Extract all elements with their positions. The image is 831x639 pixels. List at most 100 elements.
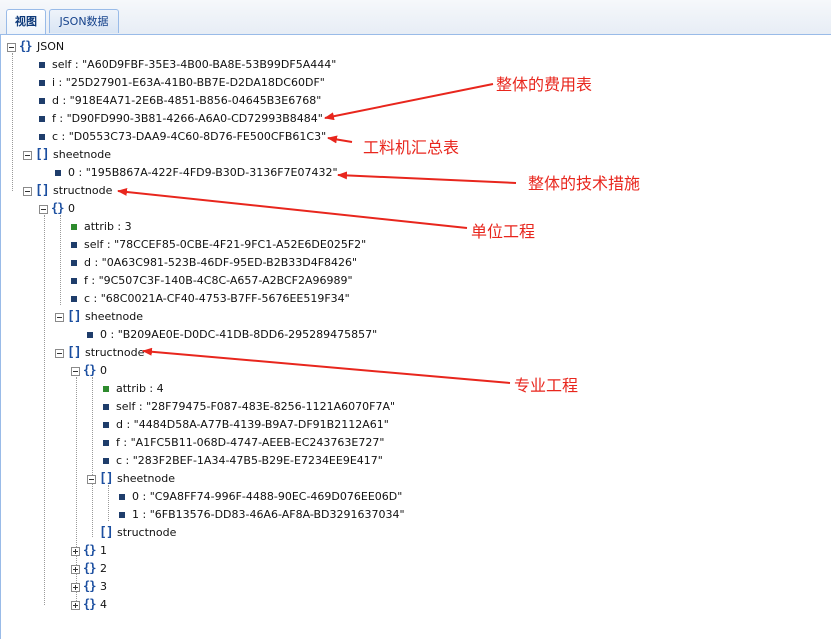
square-bullet-icon [71, 260, 77, 266]
square-bullet-icon [39, 134, 45, 140]
node-label: c : "68C0021A-CF40-4753-B7FF-5676EE519F3… [84, 292, 350, 305]
square-bullet-icon [55, 170, 61, 176]
tree-row-leaf[interactable]: 1 : "6FB13576-DD83-46A6-AF8A-BD329163703… [1, 507, 501, 523]
curly-braces-icon: {} [83, 561, 96, 575]
collapse-icon[interactable] [23, 187, 32, 196]
tree-row-leaf[interactable]: d : "4484D58A-A77B-4139-B9A7-DF91B2112A6… [1, 417, 501, 433]
tab-bar: 视图 JSON数据 [0, 0, 831, 35]
expand-icon[interactable] [71, 583, 80, 592]
square-bullet-icon [71, 278, 77, 284]
collapse-icon[interactable] [7, 43, 16, 52]
square-bullet-icon [103, 458, 109, 464]
tree-row-sheetnode[interactable]: [] sheetnode [1, 309, 301, 325]
curly-braces-icon: {} [19, 39, 32, 53]
tree-row-leaf[interactable]: 0 : "C9A8FF74-996F-4488-90EC-469D076EE06… [1, 489, 501, 505]
curly-braces-icon: {} [83, 363, 96, 377]
node-label: 0 : "B209AE0E-D0DC-41DB-8DD6-29528947585… [100, 328, 378, 341]
collapse-icon[interactable] [55, 349, 64, 358]
tree-row-leaf[interactable]: attrib : 4 [1, 381, 501, 397]
tree-row-leaf[interactable]: f : "A1FC5B11-068D-4747-AEEB-EC243763E72… [1, 435, 501, 451]
tree-row-leaf[interactable]: f : "D90FD990-3B81-4266-A6A0-CD72993B848… [1, 111, 501, 127]
square-brackets-icon: [] [67, 345, 82, 360]
node-label: d : "918E4A71-2E6B-4851-B856-04645B3E676… [52, 94, 322, 107]
tree-row-object[interactable]: {} 0 [1, 363, 301, 379]
tree-row-object-collapsed[interactable]: {} 4 [1, 597, 201, 613]
curly-braces-icon: {} [51, 201, 64, 215]
node-label: 2 [100, 562, 107, 575]
tree-row-leaf[interactable]: self : "A60D9FBF-35E3-4B00-BA8E-53B99DF5… [1, 57, 501, 73]
node-label: f : "9C507C3F-140B-4C8C-A657-A2BCF2A9698… [84, 274, 353, 287]
square-brackets-icon: [] [99, 525, 114, 540]
node-label: d : "0A63C981-523B-46DF-95ED-B2B33D4F842… [84, 256, 358, 269]
node-label-json: JSON [37, 40, 65, 53]
expand-icon[interactable] [71, 547, 80, 556]
tree-row-leaf[interactable]: d : "918E4A71-2E6B-4851-B856-04645B3E676… [1, 93, 501, 109]
node-label: i : "25D27901-E63A-41B0-BB7E-D2DA18DC60D… [52, 76, 325, 89]
tree-row-leaf[interactable]: attrib : 3 [1, 219, 501, 235]
annotation-technical-measures: 整体的技术措施 [528, 174, 641, 193]
collapse-icon[interactable] [23, 151, 32, 160]
tree-row-object[interactable]: {} 0 [1, 201, 301, 217]
tree-row-sheetnode[interactable]: [] sheetnode [1, 147, 301, 163]
square-bullet-icon [71, 224, 77, 230]
node-label: 0 [68, 202, 75, 215]
node-label: 1 [100, 544, 107, 557]
square-bullet-icon [103, 404, 109, 410]
node-label: sheetnode [53, 148, 112, 161]
node-label: c : "283F2BEF-1A34-47B5-B29E-E7234EE9E41… [116, 454, 383, 467]
node-label: d : "4484D58A-A77B-4139-B9A7-DF91B2112A6… [116, 418, 389, 431]
tree-row-sheetnode[interactable]: [] sheetnode [1, 471, 301, 487]
square-bullet-icon [103, 440, 109, 446]
tree-row-leaf[interactable]: self : "78CCEF85-0CBE-4F21-9FC1-A52E6DE0… [1, 237, 501, 253]
tab-view[interactable]: 视图 [6, 9, 46, 34]
annotation-specialty-project: 专业工程 [514, 376, 579, 395]
node-label: 0 : "C9A8FF74-996F-4488-90EC-469D076EE06… [132, 490, 403, 503]
collapse-icon[interactable] [55, 313, 64, 322]
node-label: f : "D90FD990-3B81-4266-A6A0-CD72993B848… [52, 112, 323, 125]
square-bullet-icon [103, 386, 109, 392]
node-label: structnode [53, 184, 113, 197]
tree-row-root[interactable]: {} JSON [1, 39, 301, 55]
collapse-icon[interactable] [71, 367, 80, 376]
node-label: sheetnode [117, 472, 176, 485]
node-label: attrib : 4 [116, 382, 164, 395]
tree-row-structnode[interactable]: [] structnode [1, 525, 301, 541]
square-bullet-icon [71, 242, 77, 248]
collapse-icon[interactable] [87, 475, 96, 484]
annotation-labor-material-summary: 工料机汇总表 [363, 138, 460, 157]
tab-json-data[interactable]: JSON数据 [49, 9, 119, 33]
square-bullet-icon [87, 332, 93, 338]
tree-row-object-collapsed[interactable]: {} 2 [1, 561, 201, 577]
node-label: self : "A60D9FBF-35E3-4B00-BA8E-53B99DF5… [52, 58, 337, 71]
node-label: 3 [100, 580, 107, 593]
square-bullet-icon [39, 116, 45, 122]
expand-icon[interactable] [71, 565, 80, 574]
node-label: self : "28F79475-F087-483E-8256-1121A607… [116, 400, 396, 413]
node-label: sheetnode [85, 310, 144, 323]
expand-icon[interactable] [71, 601, 80, 610]
node-label: attrib : 3 [84, 220, 132, 233]
tree-row-leaf[interactable]: c : "68C0021A-CF40-4753-B7FF-5676EE519F3… [1, 291, 501, 307]
square-brackets-icon: [] [35, 183, 50, 198]
tree-row-leaf[interactable]: i : "25D27901-E63A-41B0-BB7E-D2DA18DC60D… [1, 75, 501, 91]
square-bullet-icon [119, 512, 125, 518]
square-bullet-icon [39, 98, 45, 104]
annotation-total-cost-table: 整体的费用表 [496, 75, 593, 94]
square-bullet-icon [39, 80, 45, 86]
square-bullet-icon [119, 494, 125, 500]
node-label: self : "78CCEF85-0CBE-4F21-9FC1-A52E6DE0… [84, 238, 367, 251]
node-label: structnode [85, 346, 145, 359]
curly-braces-icon: {} [83, 543, 96, 557]
tree-row-leaf[interactable]: 0 : "195B867A-422F-4FD9-B30D-3136F7E0743… [1, 165, 501, 181]
tree-row-structnode[interactable]: [] structnode [1, 345, 301, 361]
tree-row-object-collapsed[interactable]: {} 1 [1, 543, 201, 559]
tree-row-leaf[interactable]: f : "9C507C3F-140B-4C8C-A657-A2BCF2A9698… [1, 273, 501, 289]
tree-row-object-collapsed[interactable]: {} 3 [1, 579, 201, 595]
tree-row-leaf[interactable]: 0 : "B209AE0E-D0DC-41DB-8DD6-29528947585… [1, 327, 501, 343]
tree-row-leaf[interactable]: c : "283F2BEF-1A34-47B5-B29E-E7234EE9E41… [1, 453, 501, 469]
tree-row-structnode[interactable]: [] structnode [1, 183, 301, 199]
annotation-unit-project: 单位工程 [471, 222, 536, 241]
collapse-icon[interactable] [39, 205, 48, 214]
tree-row-leaf[interactable]: d : "0A63C981-523B-46DF-95ED-B2B33D4F842… [1, 255, 501, 271]
tree-row-leaf[interactable]: self : "28F79475-F087-483E-8256-1121A607… [1, 399, 501, 415]
